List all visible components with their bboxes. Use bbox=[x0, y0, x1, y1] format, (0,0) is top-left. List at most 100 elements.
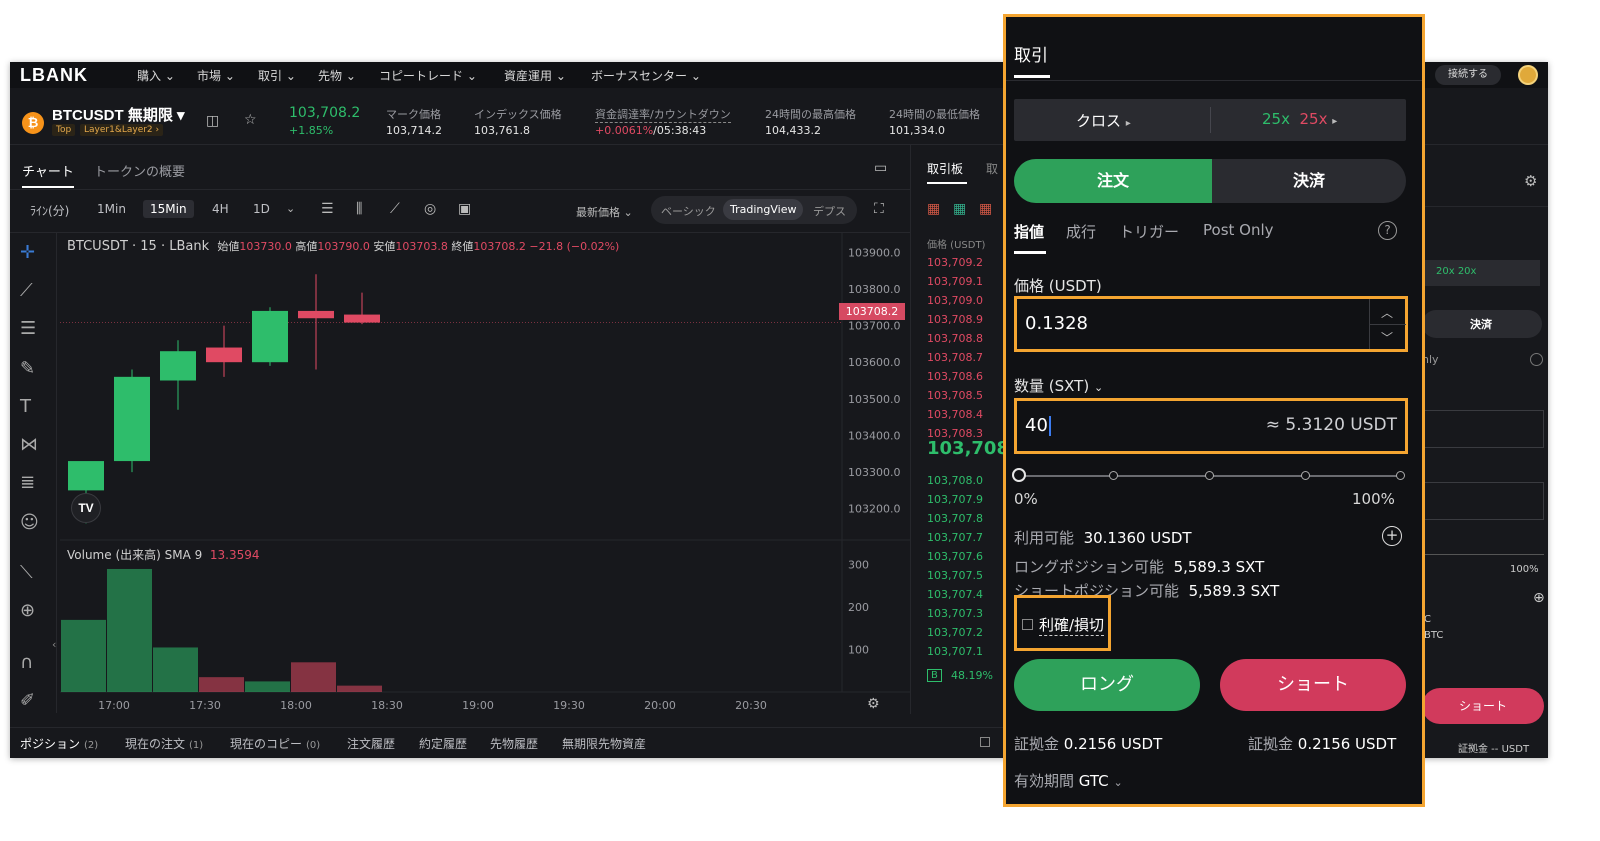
ob-bid-row[interactable]: 103,707.8 bbox=[927, 512, 983, 525]
candle-body bbox=[114, 376, 150, 462]
ob-ask-row[interactable]: 103,709.0 bbox=[927, 294, 983, 307]
ob-ask-row[interactable]: 103,708.5 bbox=[927, 389, 983, 402]
volume-tick-label: 300 bbox=[848, 559, 869, 572]
volume-bar bbox=[61, 619, 106, 692]
order-type-limit[interactable]: 指値 bbox=[1014, 221, 1044, 242]
slider-mark-50[interactable] bbox=[1205, 471, 1214, 480]
gear-icon[interactable]: ⚙ bbox=[1524, 174, 1537, 189]
ohlc-legend: BTCUSDT · 15 · LBank 始値103730.0 高値103790… bbox=[67, 239, 620, 254]
ob-bid-row[interactable]: 103,707.9 bbox=[927, 493, 983, 506]
chevron-up-icon[interactable]: ︿ bbox=[1381, 304, 1393, 321]
volume-tick-label: 100 bbox=[848, 644, 869, 657]
tab-trades[interactable]: 取 bbox=[986, 160, 998, 177]
bottom-tab[interactable]: 現在の注文 (1) bbox=[125, 735, 203, 752]
slider-knob[interactable] bbox=[1012, 468, 1026, 482]
slider-mark-75[interactable] bbox=[1301, 471, 1310, 480]
ob-bid-row[interactable]: 103,707.3 bbox=[927, 607, 983, 620]
chevron-down-icon[interactable]: ﹀ bbox=[1381, 329, 1393, 346]
avatar[interactable] bbox=[1518, 65, 1538, 85]
ob-bid-row[interactable]: 103,707.6 bbox=[927, 550, 983, 563]
book-asks-icon[interactable]: ▦ bbox=[979, 202, 992, 216]
ob-bid-row[interactable]: 103,707.7 bbox=[927, 531, 983, 544]
volume-bar bbox=[107, 568, 152, 692]
price-label: 価格 (USDT) bbox=[1014, 277, 1102, 295]
connect-button[interactable]: 接続する bbox=[1435, 65, 1501, 85]
short-button[interactable]: ショート bbox=[1220, 659, 1406, 711]
ob-ask-row[interactable]: 103,708.7 bbox=[927, 351, 983, 364]
bottom-tab[interactable]: 約定履歴 bbox=[419, 735, 471, 752]
ob-bid-row[interactable]: 103,707.4 bbox=[927, 588, 983, 601]
bg-slider[interactable] bbox=[1422, 554, 1544, 555]
filter-checkbox[interactable] bbox=[980, 737, 990, 747]
ob-bid-row[interactable]: 103,707.1 bbox=[927, 645, 983, 658]
right-trade-panel-bg: ⚙ 20x 20x 決済 nly 100% ⊕ C BTC ショート 証拠金 -… bbox=[1422, 144, 1548, 758]
candle-body bbox=[252, 310, 288, 363]
book-bids-icon[interactable]: ▦ bbox=[953, 202, 966, 216]
tpsl-checkbox[interactable] bbox=[1022, 619, 1033, 630]
tab-orderbook[interactable]: 取引板 bbox=[927, 160, 963, 177]
leverage-button[interactable]: 25x 25x ▸ bbox=[1262, 110, 1337, 128]
slider-mark-100[interactable] bbox=[1396, 471, 1405, 480]
order-type-postonly[interactable]: Post Only bbox=[1203, 221, 1274, 239]
open-close-toggle: 注文 決済 bbox=[1014, 159, 1406, 203]
panel-title[interactable]: 取引 bbox=[1014, 41, 1048, 66]
ob-bid-row[interactable]: 103,707.2 bbox=[927, 626, 983, 639]
bottom-tab[interactable]: 無期限先物資産 bbox=[562, 735, 650, 752]
collapse-left-icon[interactable]: ‹ bbox=[52, 639, 56, 650]
divider bbox=[1370, 324, 1406, 325]
ob-mid-price: 103,708 bbox=[927, 438, 1009, 459]
bg-close-tab[interactable]: 決済 bbox=[1470, 316, 1492, 332]
order-type-trigger[interactable]: トリガー bbox=[1119, 221, 1179, 242]
ob-bid-row[interactable]: 103,708.0 bbox=[927, 474, 983, 487]
validity-select[interactable]: 有効期間 GTC ⌄ bbox=[1014, 770, 1123, 791]
tab-close[interactable]: 決済 bbox=[1212, 159, 1406, 203]
bottom-tab[interactable]: 現在のコピー (0) bbox=[230, 735, 320, 752]
ob-ask-row[interactable]: 103,709.2 bbox=[927, 256, 983, 269]
bottom-tab[interactable]: 注文履歴 bbox=[347, 735, 399, 752]
bg-qty-input[interactable] bbox=[1422, 482, 1544, 520]
available-balance: 利用可能 30.1360 USDT bbox=[1014, 529, 1192, 547]
bg-leverage[interactable]: 20x 20x bbox=[1436, 266, 1476, 277]
bg-short-button[interactable]: ショート bbox=[1422, 688, 1544, 724]
slider-mark-25[interactable] bbox=[1109, 471, 1118, 480]
ob-ask-row[interactable]: 103,708.9 bbox=[927, 313, 983, 326]
candlestick-chart[interactable]: 103900.0 103800.0 103700.0 103600.0 103500.0… bbox=[10, 62, 910, 727]
order-type-market[interactable]: 成行 bbox=[1066, 221, 1096, 242]
margin-mode-button[interactable]: クロス ▸ bbox=[1076, 110, 1131, 131]
tradingview-logo[interactable]: TV bbox=[71, 493, 101, 523]
qty-value[interactable]: 40 bbox=[1025, 415, 1051, 436]
ob-ask-row[interactable]: 103,708.8 bbox=[927, 332, 983, 345]
bg-price-input[interactable] bbox=[1422, 410, 1544, 448]
y-tick-label: 103600.0 bbox=[848, 356, 901, 369]
tpsl-label[interactable]: 利確/損切 bbox=[1039, 614, 1105, 636]
long-available: ロングポジション可能 5,589.3 SXT bbox=[1014, 558, 1265, 576]
x-tick-label: 18:00 bbox=[280, 699, 312, 712]
qty-label[interactable]: 数量 (SXT) ⌄ bbox=[1014, 375, 1103, 396]
qty-input[interactable]: 40 ≈ 5.3120 USDT bbox=[1014, 398, 1408, 454]
tab-open[interactable]: 注文 bbox=[1014, 159, 1212, 203]
ob-ask-row[interactable]: 103,708.6 bbox=[927, 370, 983, 383]
long-button[interactable]: ロング bbox=[1014, 659, 1200, 711]
candle-body bbox=[344, 314, 380, 323]
bg-c: C bbox=[1424, 614, 1431, 625]
x-tick-label: 17:00 bbox=[98, 699, 130, 712]
ob-ask-row[interactable]: 103,708.4 bbox=[927, 408, 983, 421]
ob-bid-row[interactable]: 103,707.5 bbox=[927, 569, 983, 582]
price-input[interactable]: 0.1328 ︿ ﹀ bbox=[1014, 296, 1408, 352]
x-tick-label: 20:30 bbox=[735, 699, 767, 712]
add-funds-icon[interactable]: + bbox=[1382, 526, 1402, 546]
book-both-icon[interactable]: ▦ bbox=[927, 202, 940, 216]
chart-settings-icon[interactable]: ⚙ bbox=[867, 697, 880, 711]
help-icon[interactable]: ? bbox=[1378, 221, 1397, 240]
slider-max-label: 100% bbox=[1352, 490, 1395, 508]
y-tick-label: 103200.0 bbox=[848, 503, 901, 516]
bottom-tab[interactable]: 先物履歴 bbox=[490, 735, 542, 752]
bg-plus-icon[interactable]: ⊕ bbox=[1533, 590, 1545, 606]
margin-long: 証拠金 0.2156 USDT bbox=[1014, 735, 1163, 753]
orderbook: 取引板 取 ▦ ▦ ▦ 価格 (USDT) 103,709.2 103,709.1… bbox=[910, 144, 1010, 714]
volume-bar bbox=[291, 662, 336, 692]
bg-help-icon[interactable] bbox=[1530, 353, 1543, 366]
price-value[interactable]: 0.1328 bbox=[1025, 313, 1088, 334]
ob-ask-row[interactable]: 103,709.1 bbox=[927, 275, 983, 288]
bottom-tab[interactable]: ポジション (2) bbox=[20, 735, 98, 752]
